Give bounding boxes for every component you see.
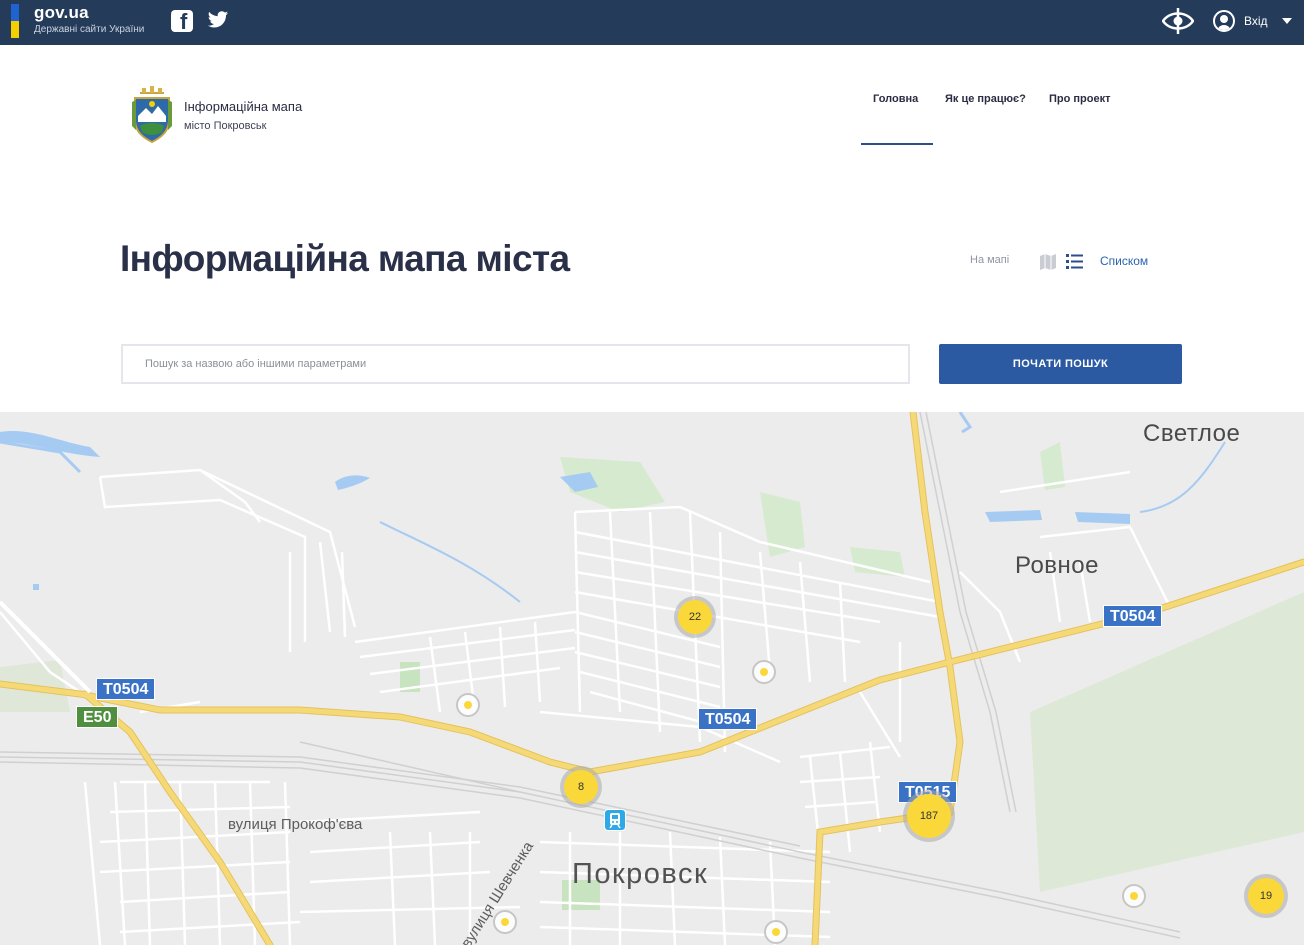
gov-brand-subtitle: Державні сайти України bbox=[34, 24, 145, 35]
train-station-icon[interactable] bbox=[604, 809, 626, 831]
user-avatar-icon bbox=[1213, 10, 1235, 32]
place-rovnoe: Ровное bbox=[1015, 552, 1099, 579]
gov-top-bar: gov.ua Державні сайти України f Вхід bbox=[0, 0, 1304, 45]
list-view-icon[interactable] bbox=[1066, 254, 1083, 269]
street-prokofieva: вулиця Прокоф'єва bbox=[228, 816, 363, 833]
view-toggle-list[interactable]: Списком bbox=[1100, 254, 1148, 268]
facebook-icon[interactable]: f bbox=[171, 10, 193, 34]
nav-active-indicator bbox=[861, 143, 933, 145]
place-svetloe: Светлое bbox=[1143, 420, 1241, 447]
marker-cluster[interactable]: 187 bbox=[907, 794, 951, 838]
road-sign-t0504: T0504 bbox=[96, 678, 156, 700]
marker-cluster[interactable]: 22 bbox=[678, 600, 712, 634]
nav-about[interactable]: Про проект bbox=[1049, 93, 1111, 105]
accessibility-eye-icon[interactable] bbox=[1162, 8, 1194, 34]
map-marker[interactable] bbox=[493, 910, 517, 934]
gov-brand-link[interactable]: gov.ua bbox=[34, 3, 89, 23]
city-map[interactable]: T0504 E50 T0504 T0504 T0515 Светлое Ровн… bbox=[0, 412, 1304, 945]
road-sign-t0504: T0504 bbox=[1103, 605, 1163, 627]
login-button[interactable]: Вхід bbox=[1213, 9, 1292, 33]
map-marker[interactable] bbox=[456, 693, 480, 717]
marker-cluster[interactable]: 19 bbox=[1248, 878, 1284, 914]
site-subtitle: місто Покровськ bbox=[184, 120, 267, 132]
map-marker[interactable] bbox=[764, 920, 788, 944]
nav-how-it-works[interactable]: Як це працює? bbox=[945, 93, 1026, 105]
map-marker[interactable] bbox=[752, 660, 776, 684]
nav-home[interactable]: Головна bbox=[873, 93, 918, 105]
view-toggle-map[interactable]: На мапі bbox=[970, 254, 1009, 266]
map-view-icon[interactable] bbox=[1039, 254, 1057, 270]
road-sign-t0504: T0504 bbox=[698, 708, 758, 730]
start-search-button[interactable]: ПОЧАТИ ПОШУК bbox=[939, 344, 1182, 384]
page-title: Інформаційна мапа міста bbox=[120, 238, 570, 279]
marker-cluster[interactable]: 8 bbox=[564, 770, 598, 804]
city-crest-logo[interactable] bbox=[132, 86, 172, 144]
search-input[interactable] bbox=[121, 344, 910, 384]
map-marker[interactable] bbox=[1122, 884, 1146, 908]
twitter-icon[interactable] bbox=[207, 10, 229, 30]
road-sign-e50: E50 bbox=[76, 706, 119, 728]
ukraine-flag-icon bbox=[11, 4, 19, 38]
place-pokrovsk: Покровск bbox=[572, 858, 709, 890]
login-label: Вхід bbox=[1244, 14, 1268, 28]
site-title[interactable]: Інформаційна мапа bbox=[184, 99, 302, 114]
chevron-down-icon bbox=[1281, 18, 1292, 24]
